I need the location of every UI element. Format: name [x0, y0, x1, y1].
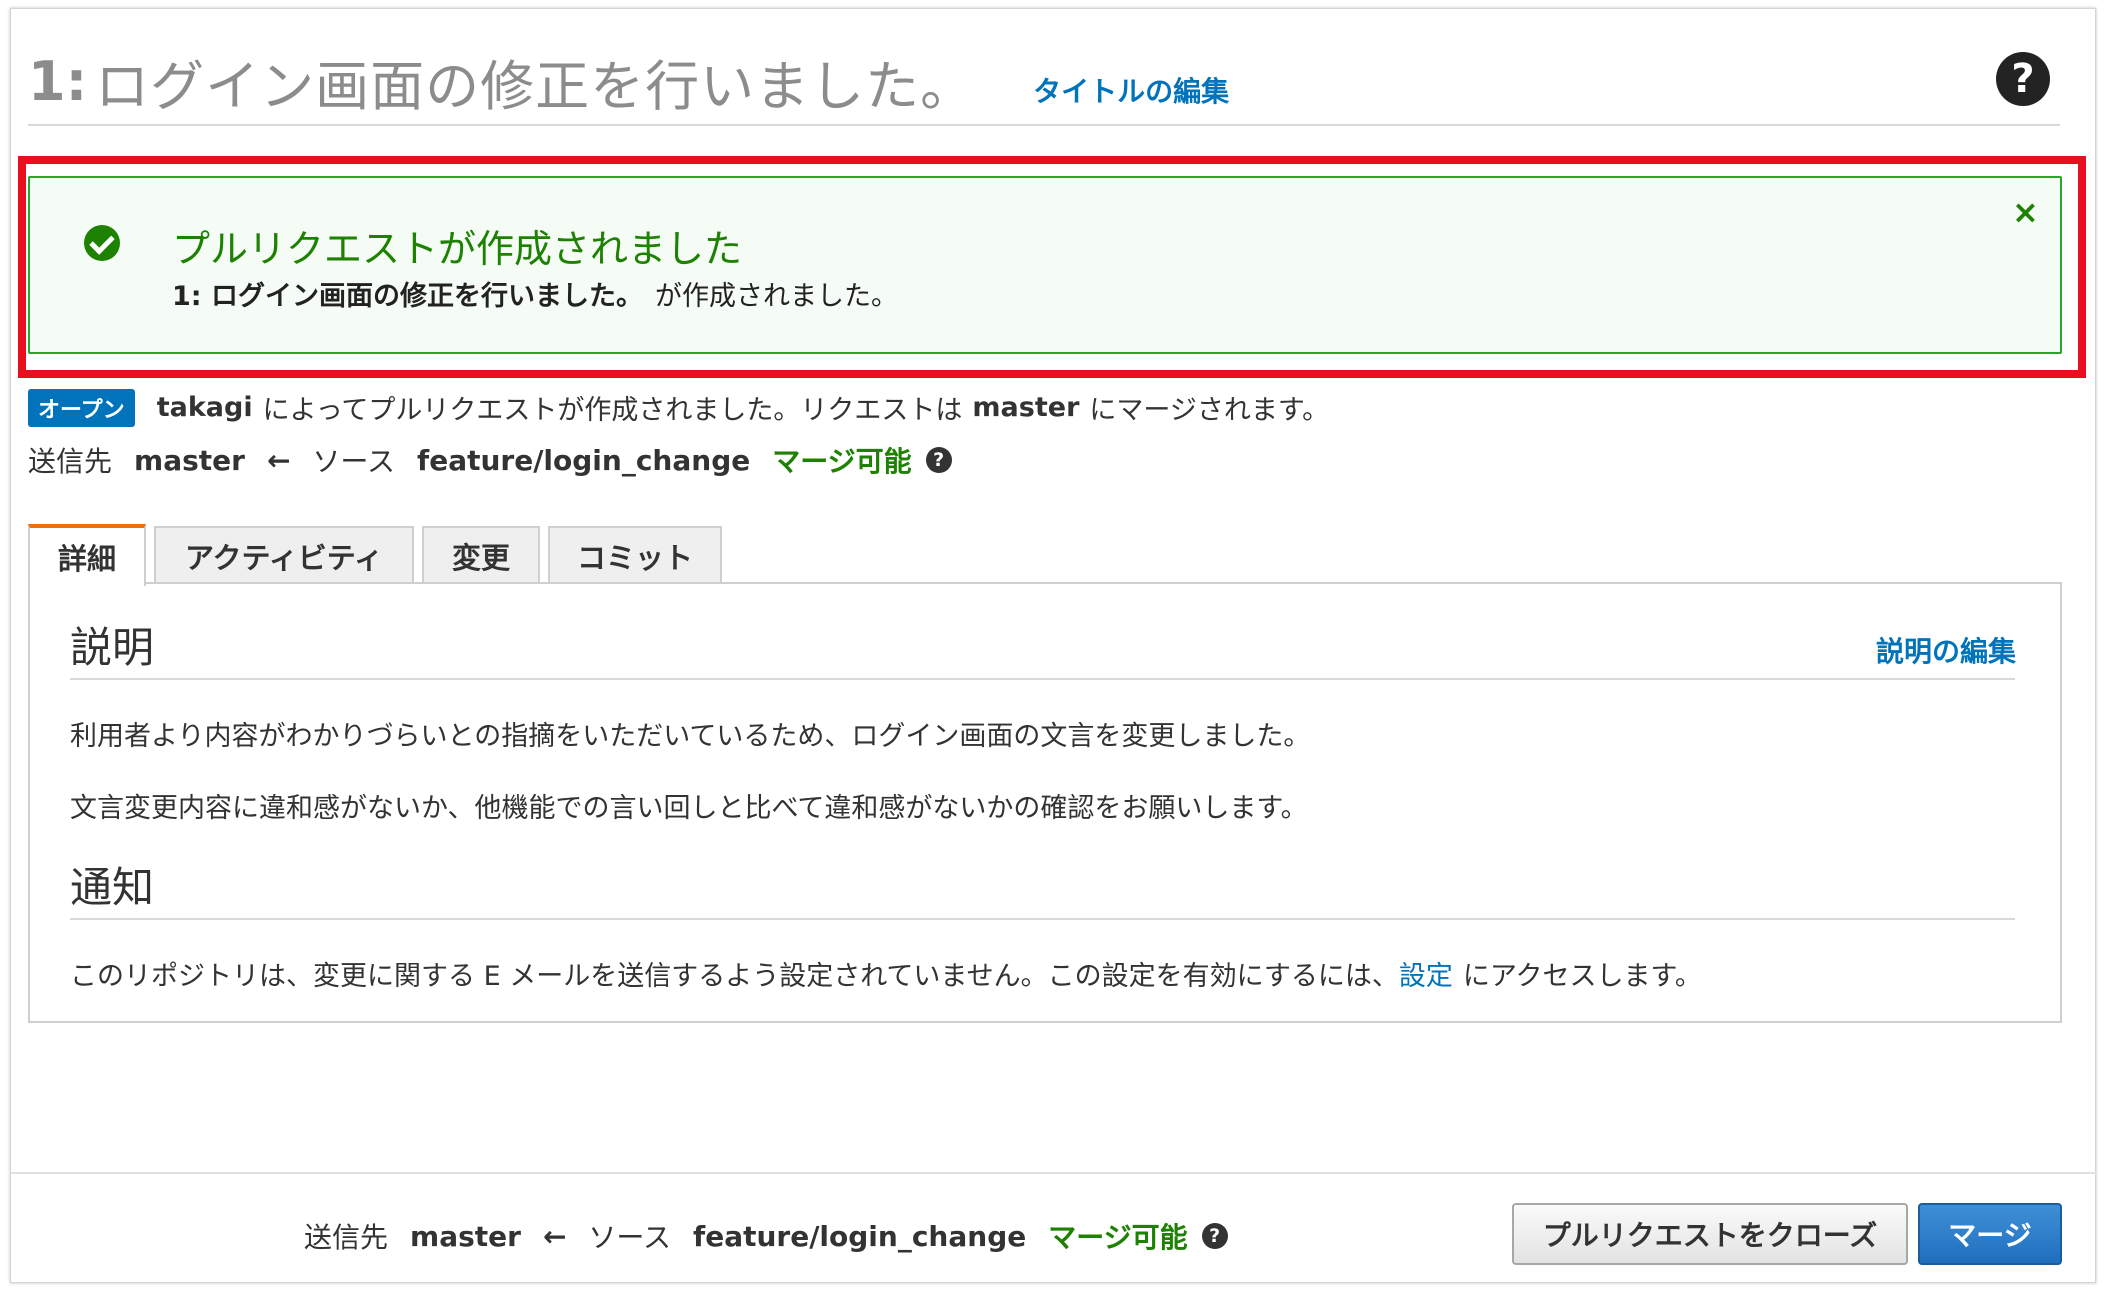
flash-body-pr-title: 1: ログイン画面の修正を行いました。: [172, 281, 643, 312]
notification-text-start: このリポジトリは、変更に関する E メールを送信するよう設定されていません。この…: [70, 961, 1399, 992]
merge-status: マージ可能: [1048, 1221, 1188, 1254]
dest-branch: master: [134, 443, 245, 477]
pr-number: 1:: [28, 49, 88, 113]
close-icon[interactable]: ×: [2012, 193, 2039, 231]
status-text-end: にマージされます。: [1089, 395, 1330, 426]
settings-link[interactable]: 設定: [1399, 961, 1453, 992]
divider: [10, 1172, 2096, 1174]
arrow-left-icon: ←: [266, 443, 291, 477]
source-label: ソース: [588, 1221, 672, 1254]
tab-commits[interactable]: コミット: [548, 526, 722, 584]
help-icon[interactable]: ?: [1201, 1223, 1228, 1249]
status-text: によってプルリクエストが作成されました。リクエストは: [262, 395, 963, 426]
notification-heading: 通知: [70, 863, 155, 912]
merge-button[interactable]: マージ: [1918, 1203, 2062, 1265]
dest-branch: master: [410, 1219, 521, 1253]
divider: [70, 918, 2015, 920]
notification-text-end: にアクセスします。: [1462, 961, 1702, 992]
notification-text: このリポジトリは、変更に関する E メールを送信するよう設定されていません。この…: [70, 954, 1702, 993]
status-row: オープン takagi によってプルリクエストが作成されました。リクエストは m…: [28, 388, 1329, 427]
description-paragraph-1: 利用者より内容がわかりづらいとの指摘をいただいているため、ログイン画面の文言を変…: [70, 721, 1311, 752]
description-heading: 説明: [70, 623, 155, 672]
branch-row: 送信先 master ← ソース feature/login_change マー…: [28, 440, 952, 480]
edit-description-link[interactable]: 説明の編集: [1876, 630, 2016, 670]
source-branch: feature/login_change: [693, 1219, 1027, 1253]
divider: [28, 124, 2060, 126]
close-pull-request-button[interactable]: プルリクエストをクローズ: [1512, 1203, 1908, 1265]
dest-label: 送信先: [28, 445, 113, 478]
status-badge: オープン: [28, 388, 135, 427]
tab-details[interactable]: 詳細: [28, 524, 146, 586]
target-branch: master: [972, 392, 1080, 423]
source-branch: feature/login_change: [417, 443, 751, 477]
description-paragraph-2: 文言変更内容に違和感がないか、他機能での言い回しと比べて違和感がないかの確認をお…: [70, 793, 1308, 824]
author-name: takagi: [156, 392, 253, 423]
help-icon[interactable]: ?: [1996, 52, 2050, 106]
source-label: ソース: [312, 445, 396, 478]
divider: [70, 678, 2015, 680]
edit-title-link[interactable]: タイトルの編集: [1033, 70, 1229, 110]
help-icon[interactable]: ?: [925, 447, 952, 473]
footer-branch-row: 送信先 master ← ソース feature/login_change マー…: [304, 1216, 1228, 1256]
arrow-left-icon: ←: [542, 1219, 567, 1253]
tab-bar: 詳細 アクティビティ 変更 コミット: [28, 522, 730, 586]
tab-activity[interactable]: アクティビティ: [154, 526, 414, 584]
title-row: 1: ログイン画面の修正を行いました。 タイトルの編集: [28, 46, 1229, 118]
flash-title: プルリクエストが作成されました: [172, 227, 743, 271]
check-circle-icon: [84, 225, 120, 261]
flash-body: 1: ログイン画面の修正を行いました。 が作成されました。: [172, 274, 898, 313]
merge-status: マージ可能: [772, 445, 912, 478]
page-title: ログイン画面の修正を行いました。: [95, 54, 976, 118]
tab-changes[interactable]: 変更: [422, 526, 540, 584]
dest-label: 送信先: [304, 1221, 389, 1254]
flash-body-text: が作成されました。: [654, 281, 898, 312]
